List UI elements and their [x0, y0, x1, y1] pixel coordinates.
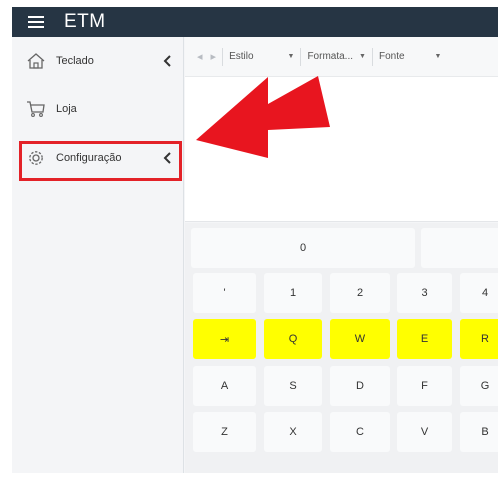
cart-icon	[27, 101, 45, 117]
key[interactable]: R	[460, 319, 498, 359]
key[interactable]: 2	[330, 273, 390, 313]
format-dropdown-label: Formata...	[307, 51, 354, 62]
chevron-left-icon[interactable]	[160, 52, 176, 70]
caret-down-icon: ▼	[287, 53, 295, 60]
redo-icon[interactable]: ▸	[211, 50, 217, 63]
toolbar-separator	[222, 47, 224, 66]
key[interactable]: 4	[460, 273, 498, 313]
key[interactable]: Z	[193, 412, 256, 452]
key[interactable]: W	[330, 319, 390, 359]
sidebar-item-label: Teclado	[56, 55, 94, 67]
text-editor: ◂ ▸ Estilo ▼ Formata... ▼ Fonte ▼	[185, 37, 498, 222]
key[interactable]: B	[460, 412, 498, 452]
key[interactable]: 3	[397, 273, 452, 313]
top-bar: ETM	[12, 7, 498, 37]
key[interactable]: A	[193, 366, 256, 406]
highlight-box	[19, 141, 182, 181]
key[interactable]: D	[330, 366, 390, 406]
home-icon	[27, 53, 45, 69]
key[interactable]: G	[460, 366, 498, 406]
app-title: ETM	[64, 11, 106, 32]
hamburger-menu-icon[interactable]	[28, 16, 44, 28]
key[interactable]: S	[264, 366, 322, 406]
editor-content-area[interactable]	[185, 77, 498, 221]
key[interactable]: Q	[264, 319, 322, 359]
format-dropdown[interactable]: Formata... ▼	[307, 51, 366, 62]
sidebar-item-loja[interactable]: Loja	[12, 87, 184, 131]
sidebar-item-label: Loja	[56, 103, 77, 115]
app-window: ETM Teclado Loja Configuração ◂ ▸ Estilo…	[12, 7, 498, 473]
caret-down-icon: ▼	[434, 53, 442, 60]
key[interactable]: '	[193, 273, 256, 313]
key[interactable]: V	[397, 412, 452, 452]
style-dropdown-label: Estilo	[229, 51, 254, 62]
toolbar-separator	[300, 47, 302, 66]
font-dropdown[interactable]: Fonte ▼	[379, 51, 442, 62]
key[interactable]: X	[264, 412, 322, 452]
key[interactable]: F	[397, 366, 452, 406]
undo-icon[interactable]: ◂	[197, 50, 203, 63]
key[interactable]: 1	[264, 273, 322, 313]
key[interactable]: 0	[191, 228, 415, 268]
key[interactable]: E	[397, 319, 452, 359]
style-dropdown[interactable]: Estilo ▼	[229, 51, 294, 62]
sidebar-item-teclado[interactable]: Teclado	[12, 39, 184, 83]
editor-toolbar: ◂ ▸ Estilo ▼ Formata... ▼ Fonte ▼	[185, 37, 498, 77]
virtual-keyboard: 0 ' 1 2 3 4 ⇥ Q W E R A S D F G Z X C V …	[185, 223, 498, 473]
font-dropdown-label: Fonte	[378, 51, 405, 62]
key[interactable]	[421, 228, 498, 268]
caret-down-icon: ▼	[359, 53, 366, 60]
key[interactable]: C	[330, 412, 390, 452]
toolbar-separator	[371, 47, 373, 66]
tab-key[interactable]: ⇥	[193, 319, 256, 359]
sidebar: Teclado Loja Configuração	[12, 37, 184, 473]
